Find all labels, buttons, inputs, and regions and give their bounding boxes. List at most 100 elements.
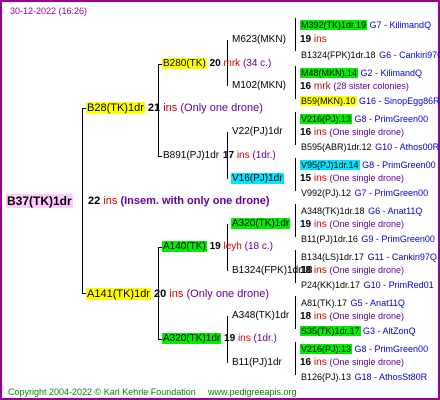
gen4-queen[interactable]: B11(PJ)1dr bbox=[231, 357, 283, 369]
gen5-queen-name[interactable]: P24(KK)1dr.17 bbox=[300, 280, 361, 290]
connector bbox=[295, 204, 296, 237]
gen5-queen-name[interactable]: B11(PJ)1dr.16 bbox=[300, 234, 359, 244]
pedigree-frame: 30-12-2022 (16:26) B37(TK)1dr 22 ins (In… bbox=[0, 0, 440, 400]
gen4-queen-name[interactable]: B11(PJ)1dr bbox=[231, 357, 283, 368]
gen3-ins-label: ins bbox=[236, 150, 250, 161]
connector bbox=[295, 342, 296, 375]
gen2-ins-label: ins bbox=[163, 102, 178, 114]
gen3-ins-count: 17 bbox=[222, 150, 235, 161]
gen4-queen[interactable]: V16(PJ)1dr bbox=[231, 173, 284, 185]
gen5-queen-name[interactable]: V216(PJ).13 bbox=[300, 344, 353, 354]
gen5-queen[interactable]: B59(MKN).10 G16 - SinopEgg86R bbox=[300, 95, 440, 107]
gen5-queen[interactable]: B1324(FPK)1dr.18 G6 - Cankiri97Q bbox=[300, 49, 440, 61]
gen3-ins-note: (18 c.) bbox=[244, 241, 273, 252]
gen3-queen-name[interactable]: A140(TK) bbox=[162, 241, 207, 252]
gen2-queen[interactable]: B28(TK)1dr 21 ins (Only one drone) bbox=[86, 102, 263, 114]
root-queen-name[interactable]: B37(TK)1dr bbox=[6, 194, 73, 208]
gen4-queen-name[interactable]: V22(PJ)1dr bbox=[231, 126, 284, 137]
gen5-queen[interactable]: V992(PJ).12 G7 - PrimGreen00 bbox=[300, 187, 428, 199]
gen4-queen[interactable]: M102(MKN) bbox=[231, 80, 287, 92]
gen3-ins-note: (1dr.) bbox=[253, 333, 277, 344]
gen4-ins-label: ins bbox=[313, 357, 327, 368]
gen2-queen[interactable]: A141(TK)1dr 20 ins (Only one drone) bbox=[86, 288, 269, 300]
date-stamp: 30-12-2022 (16:26) bbox=[10, 6, 88, 16]
gen4-ins-label: ins bbox=[313, 127, 327, 138]
gen5-queen-name[interactable]: V216(PJ).13 bbox=[300, 114, 353, 124]
gen5-queen[interactable]: M48(MKN).14 G2 - KilimandQ bbox=[300, 67, 422, 79]
gen5-queen[interactable]: B11(PJ)1dr.16 G9 - PrimGreen00 bbox=[300, 233, 435, 245]
site-link[interactable]: www.pedigreeapis.org bbox=[208, 387, 297, 397]
gen5-queen-name[interactable]: V95(PJ)1dr.14 bbox=[300, 160, 360, 170]
gen5-line: G5 - Anat11Q bbox=[350, 298, 405, 308]
gen4-queen-name[interactable]: A348(TK)1dr bbox=[231, 310, 290, 321]
gen5-line: G3 - AltZonQ bbox=[363, 326, 416, 336]
gen5-queen-name[interactable]: B134(LS)1dr.17 bbox=[300, 252, 365, 262]
gen5-queen[interactable]: A81(TK).17 G5 - Anat11Q bbox=[300, 297, 405, 309]
connector-root bbox=[82, 108, 83, 294]
gen4-queen-name[interactable]: A320(TK)1dr bbox=[231, 218, 291, 229]
gen5-queen-name[interactable]: B126(PJ).13 bbox=[300, 372, 352, 382]
gen3-queen-name[interactable]: A320(TK)1dr bbox=[162, 333, 222, 344]
gen5-queen-name[interactable]: A348(TK)1dr.18 bbox=[300, 206, 366, 216]
gen5-queen[interactable]: P24(KK)1dr.17 G10 - PrimRed01 bbox=[300, 279, 434, 291]
gen4-ins-row: 18 ins (One single drone) bbox=[300, 264, 404, 277]
gen5-queen[interactable]: B595(ABR)1dr.12 G10 - Athos00R bbox=[300, 141, 439, 153]
gen3-ins-count: 19 bbox=[224, 333, 236, 344]
gen4-ins-row: 16 ins (One single drone) bbox=[300, 356, 404, 369]
connector bbox=[295, 296, 296, 329]
gen4-ins-row: 15 ins (One single drone) bbox=[300, 172, 404, 185]
gen5-queen-name[interactable]: V992(PJ).12 bbox=[300, 188, 352, 198]
gen5-line: G6 - Cankiri97Q bbox=[379, 50, 440, 60]
gen4-ins-label: ins bbox=[313, 173, 327, 184]
gen3-queen[interactable]: A320(TK)1dr 19 ins (1dr.) bbox=[162, 333, 277, 345]
gen5-queen-name[interactable]: M392(TK)1dr.19 bbox=[300, 20, 368, 30]
gen5-queen[interactable]: S35(TK)1dr.17 G3 - AltZonQ bbox=[300, 325, 416, 337]
gen4-queen[interactable]: M623(MKN) bbox=[231, 34, 287, 46]
root-ins-label: ins bbox=[103, 195, 118, 207]
gen4-queen-name[interactable]: V16(PJ)1dr bbox=[231, 173, 284, 184]
gen4-queen[interactable]: A348(TK)1dr bbox=[231, 310, 290, 322]
gen3-ins-label: leyh bbox=[223, 241, 242, 252]
gen4-ins-label: ins bbox=[313, 311, 327, 322]
gen3-queen-name[interactable]: B891(PJ)1dr bbox=[162, 150, 220, 161]
gen5-queen[interactable]: V216(PJ).13 G8 - PrimGreen00 bbox=[300, 343, 428, 355]
gen5-queen[interactable]: V95(PJ)1dr.14 G8 - PrimGreen00 bbox=[300, 159, 436, 171]
gen5-line: G8 - PrimGreen00 bbox=[362, 160, 436, 170]
gen4-ins-note: (28 sister colonies) bbox=[333, 81, 409, 91]
gen5-queen[interactable]: V216(PJ).13 G8 - PrimGreen00 bbox=[300, 113, 428, 125]
gen5-queen-name[interactable]: B59(MKN).10 bbox=[300, 96, 357, 106]
gen2-queen-name[interactable]: B28(TK)1dr bbox=[86, 102, 145, 114]
gen3-queen[interactable]: B891(PJ)1dr 17 ins (1dr.) bbox=[162, 150, 276, 162]
gen3-queen[interactable]: B280(TK) 20 mrk (34 c.) bbox=[162, 58, 271, 70]
gen4-ins-label: ins bbox=[313, 219, 327, 230]
gen4-queen-name[interactable]: M623(MKN) bbox=[231, 34, 287, 45]
gen4-ins-label: ins bbox=[313, 34, 327, 45]
gen4-ins-row: 18 ins (One single drone) bbox=[300, 310, 404, 323]
gen4-queen-name[interactable]: M102(MKN) bbox=[231, 80, 287, 91]
gen4-ins-row: 16 ins (One single drone) bbox=[300, 126, 404, 139]
gen4-ins-note: (One single drone) bbox=[329, 173, 405, 183]
gen4-ins-note: (One single drone) bbox=[329, 311, 405, 321]
gen5-queen-name[interactable]: A81(TK).17 bbox=[300, 298, 348, 308]
gen2-ins-count: 20 bbox=[154, 288, 167, 300]
gen5-queen-name[interactable]: B1324(FPK)1dr.18 bbox=[300, 50, 377, 60]
gen5-line: G8 - PrimGreen00 bbox=[354, 114, 429, 124]
root-queen[interactable]: B37(TK)1dr bbox=[6, 194, 73, 208]
gen5-line: G7 - PrimGreen00 bbox=[354, 188, 429, 198]
gen5-queen-name[interactable]: M48(MKN).14 bbox=[300, 68, 359, 78]
gen5-queen[interactable]: B134(LS)1dr.17 G11 - Cankiri97Q bbox=[300, 251, 437, 263]
gen5-line: G18 - AthosSt80R bbox=[354, 372, 428, 382]
gen3-queen[interactable]: A140(TK) 19 leyh (18 c.) bbox=[162, 241, 273, 253]
gen5-queen[interactable]: M392(TK)1dr.19 G7 - KilimandQ bbox=[300, 19, 431, 31]
gen5-line: G8 - PrimGreen00 bbox=[354, 344, 429, 354]
gen5-queen[interactable]: A348(TK)1dr.18 G6 - Anat11Q bbox=[300, 205, 422, 217]
gen3-queen-name[interactable]: B280(TK) bbox=[162, 58, 207, 69]
gen4-queen[interactable]: A320(TK)1dr bbox=[231, 218, 291, 230]
gen4-ins-count: 16 bbox=[300, 357, 312, 368]
gen5-queen-name[interactable]: S35(TK)1dr.17 bbox=[300, 326, 361, 336]
gen4-queen[interactable]: V22(PJ)1dr bbox=[231, 126, 284, 138]
gen5-queen[interactable]: B126(PJ).13 G18 - AthosSt80R bbox=[300, 371, 427, 383]
gen5-line: G7 - KilimandQ bbox=[369, 20, 432, 30]
gen5-queen-name[interactable]: B595(ABR)1dr.12 bbox=[300, 142, 373, 152]
gen2-queen-name[interactable]: A141(TK)1dr bbox=[86, 288, 151, 300]
